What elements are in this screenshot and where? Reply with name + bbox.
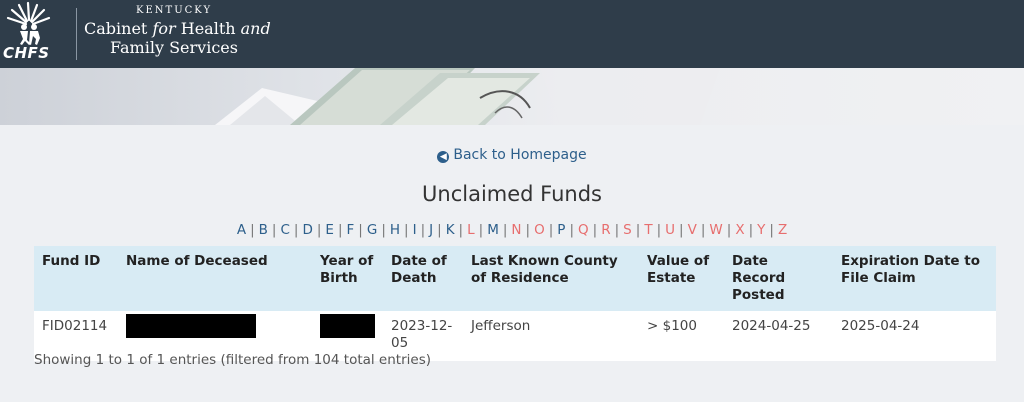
page-title: Unclaimed Funds [422, 182, 602, 206]
money-envelope-illustration [215, 68, 720, 125]
alphabet-link-j[interactable]: J [429, 222, 433, 238]
cell-expiration-date: 2025-04-24 [833, 311, 996, 361]
chfs-abbrev: CHFS [3, 44, 50, 62]
alphabet-link-e[interactable]: E [325, 222, 334, 238]
agency-word-and: and [240, 19, 271, 38]
agency-word-health: Health [180, 19, 236, 38]
site-header: CHFS KENTUCKY Cabinet for Health and Fam… [0, 0, 1024, 68]
alphabet-link-r[interactable]: R [601, 222, 610, 238]
alphabet-separator: | [250, 222, 255, 238]
col-value-of-estate[interactable]: Value of Estate [639, 246, 724, 311]
alphabet-separator: | [316, 222, 322, 238]
alphabet-separator: | [358, 222, 363, 238]
alphabet-link-b[interactable]: B [259, 222, 268, 238]
alphabet-separator: | [478, 222, 484, 238]
cell-county: Jefferson [463, 311, 639, 361]
alphabet-link-c[interactable]: C [280, 222, 289, 238]
alphabet-separator: | [656, 222, 662, 238]
alphabet-separator: | [404, 222, 409, 238]
alphabet-link-i[interactable]: I [413, 222, 417, 238]
alphabet-link-x[interactable]: X [735, 222, 744, 238]
alphabet-link-w[interactable]: W [709, 222, 722, 238]
col-date-record-posted[interactable]: Date Record Posted [724, 246, 833, 311]
alphabet-separator: | [569, 222, 575, 238]
redacted-year-block [320, 314, 375, 338]
alphabet-separator: | [548, 222, 554, 238]
alphabet-link-o[interactable]: O [534, 222, 545, 238]
alphabet-separator: | [525, 222, 531, 238]
col-fund-id[interactable]: Fund ID [34, 246, 118, 311]
alphabet-filter: A | B | C | D | E | F | G | H | I | J | K | L | M | N | O | P | Q | R | S | T |… [0, 222, 1024, 238]
alphabet-separator: | [769, 222, 774, 238]
alphabet-link-g[interactable]: G [367, 222, 377, 238]
alphabet-link-y[interactable]: Y [757, 222, 765, 238]
alphabet-link-d[interactable]: D [302, 222, 312, 238]
main-content: ◀ Back to Homepage Unclaimed Funds A | B | C |… [0, 125, 1024, 402]
redacted-name-block [126, 314, 256, 338]
agency-name-line2: Family Services [110, 38, 238, 57]
alphabet-separator: | [293, 222, 299, 238]
alphabet-separator: | [679, 222, 684, 238]
alphabet-link-z[interactable]: Z [778, 222, 787, 238]
alphabet-link-k[interactable]: K [446, 222, 455, 238]
hero-banner-image [0, 68, 1024, 125]
alphabet-link-m[interactable]: M [487, 222, 499, 238]
alphabet-separator: | [437, 222, 442, 238]
cell-date-posted: 2024-04-25 [724, 311, 833, 361]
alphabet-separator: | [381, 222, 386, 238]
alphabet-separator: | [337, 222, 343, 238]
alphabet-link-v[interactable]: V [688, 222, 697, 238]
cell-value-of-estate: > $100 [639, 311, 724, 361]
table-header-row: Fund ID Name of Deceased Year of Birth D… [34, 246, 996, 311]
alphabet-separator: | [614, 222, 620, 238]
back-link-label: Back to Homepage [453, 147, 587, 163]
alphabet-separator: | [700, 222, 706, 238]
logo-divider [76, 8, 77, 60]
alphabet-separator: | [592, 222, 598, 238]
alphabet-link-h[interactable]: H [390, 222, 400, 238]
col-date-of-death[interactable]: Date of Death [383, 246, 463, 311]
unclaimed-funds-table: Fund ID Name of Deceased Year of Birth D… [34, 246, 996, 361]
alphabet-link-l[interactable]: L [467, 222, 475, 238]
alphabet-link-p[interactable]: P [557, 222, 565, 238]
alphabet-link-f[interactable]: F [347, 222, 355, 238]
alphabet-separator: | [271, 222, 277, 238]
col-expiration-date[interactable]: Expiration Date to File Claim [833, 246, 996, 311]
alphabet-link-n[interactable]: N [511, 222, 521, 238]
alphabet-separator: | [420, 222, 426, 238]
col-county[interactable]: Last Known County of Residence [463, 246, 639, 311]
agency-word-cabinet: Cabinet [84, 19, 148, 38]
table-info-text: Showing 1 to 1 of 1 entries (filtered fr… [34, 352, 431, 368]
alphabet-link-u[interactable]: U [665, 222, 675, 238]
agency-word-for: for [152, 19, 176, 38]
alphabet-link-s[interactable]: S [623, 222, 632, 238]
col-name-of-deceased[interactable]: Name of Deceased [118, 246, 312, 311]
back-to-homepage-link[interactable]: ◀ Back to Homepage [0, 147, 1024, 163]
state-label: KENTUCKY [136, 5, 213, 16]
alphabet-link-a[interactable]: A [237, 222, 246, 238]
alphabet-separator: | [726, 222, 732, 238]
alphabet-link-t[interactable]: T [644, 222, 652, 238]
alphabet-separator: | [635, 222, 641, 238]
alphabet-link-q[interactable]: Q [578, 222, 589, 238]
arrow-left-circle-icon: ◀ [437, 151, 450, 163]
alphabet-separator: | [502, 222, 508, 238]
agency-name-line1: Cabinet for Health and [84, 19, 271, 38]
alphabet-separator: | [748, 222, 754, 238]
col-year-of-birth[interactable]: Year of Birth [312, 246, 383, 311]
alphabet-separator: | [458, 222, 464, 238]
